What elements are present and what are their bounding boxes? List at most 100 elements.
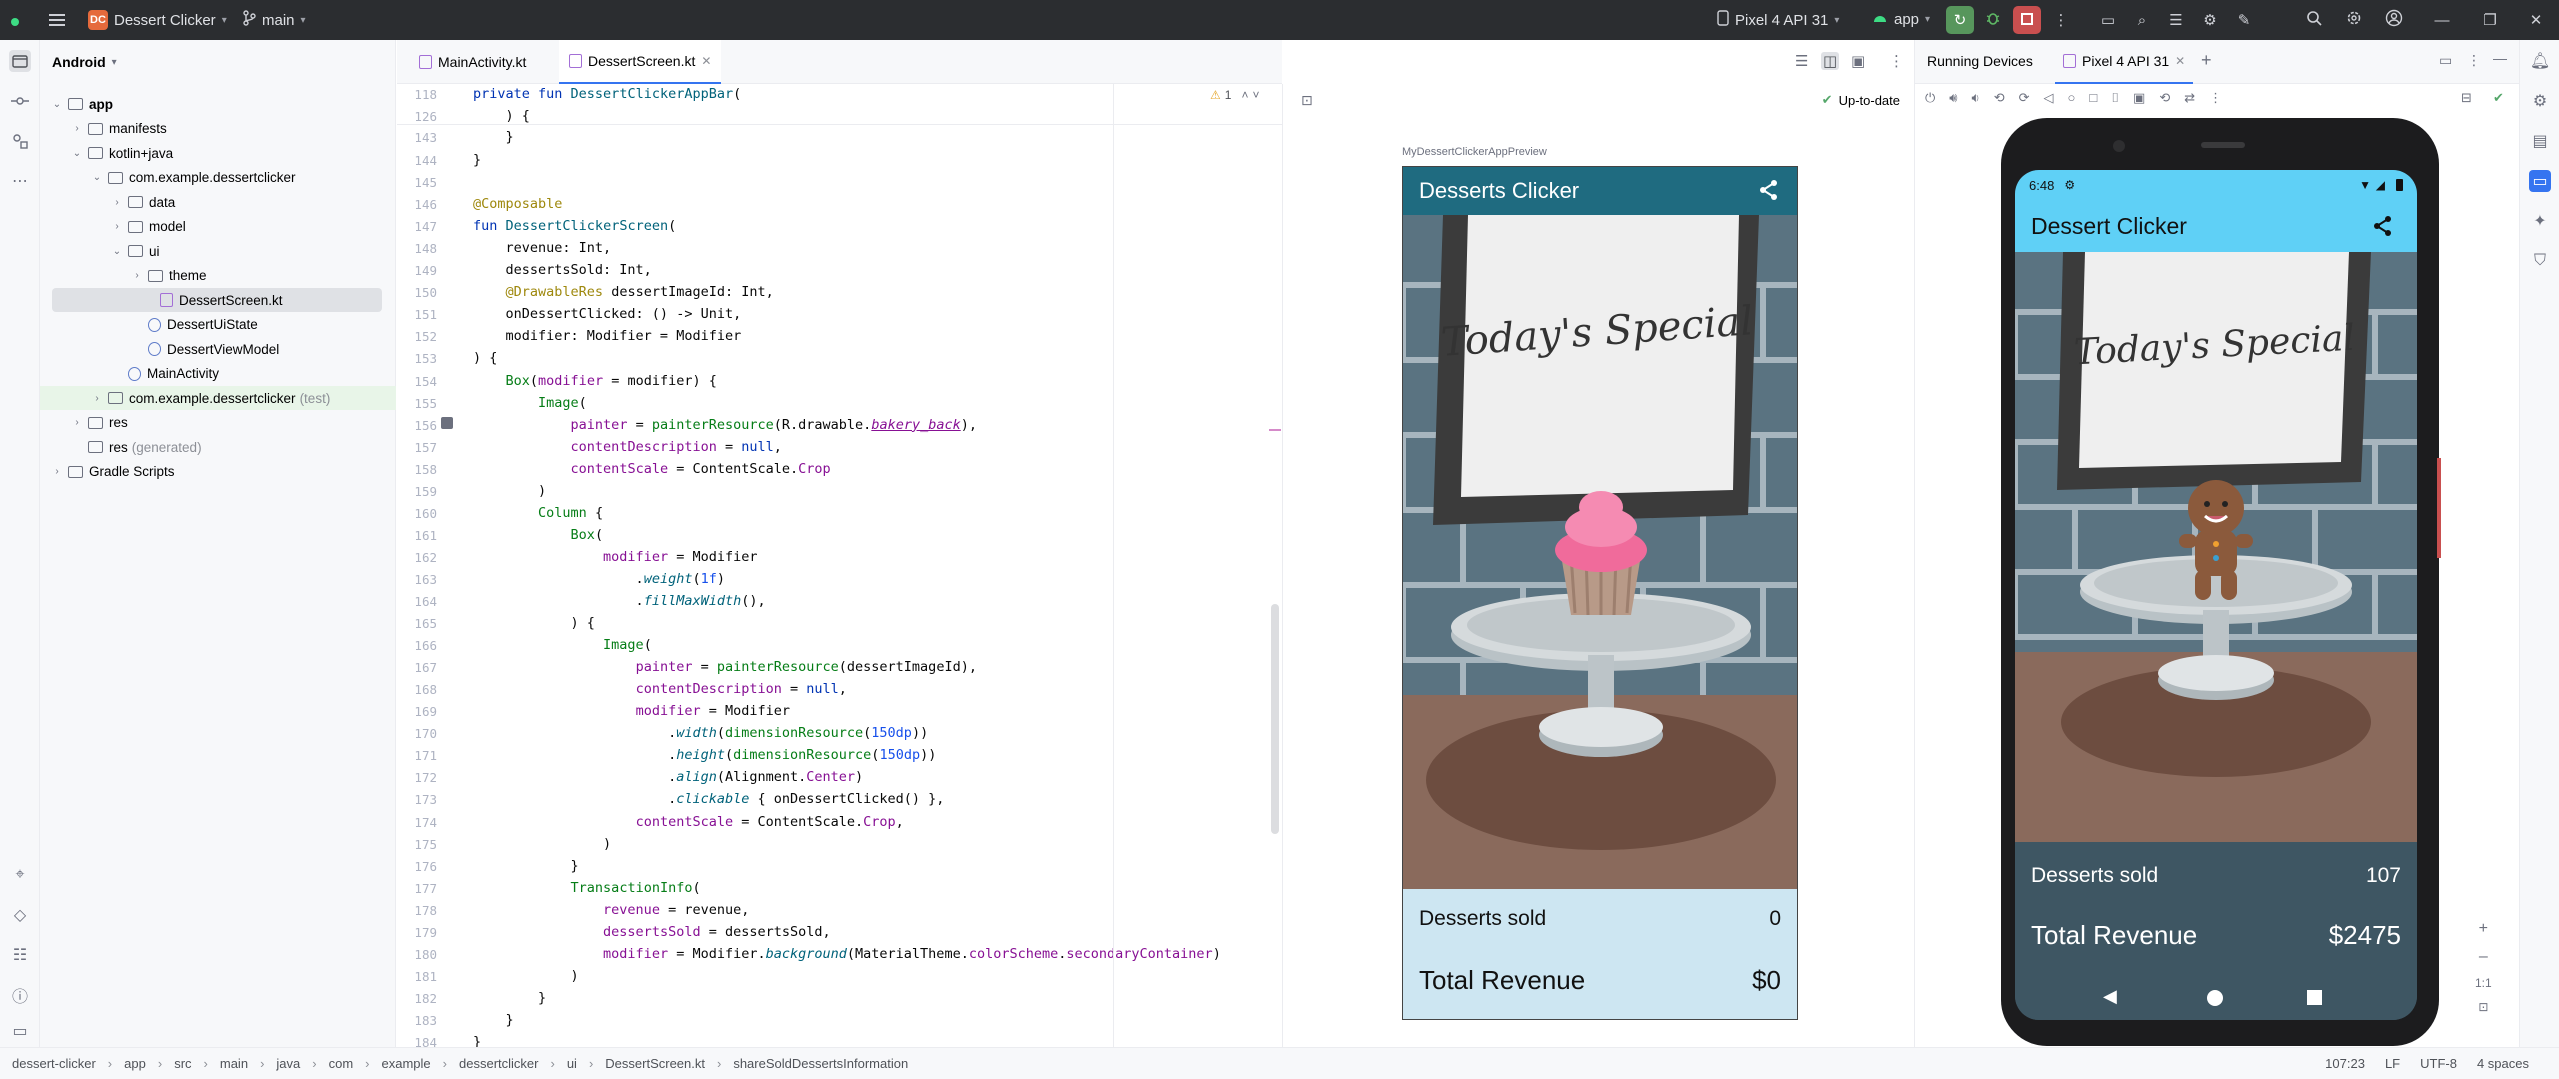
tree-item[interactable]: DessertScreen.kt: [52, 288, 382, 312]
tree-item[interactable]: › manifests: [70, 117, 166, 141]
indent-setting[interactable]: 4 spaces: [2477, 1056, 2529, 1071]
breadcrumb-item[interactable]: ui: [567, 1056, 577, 1071]
chevron-right-icon[interactable]: ›: [130, 270, 144, 281]
device-selector[interactable]: Pixel 4 API 31 ▾: [1717, 10, 1839, 30]
more-actions-button[interactable]: ⋮: [2047, 6, 2075, 34]
chevron-right-icon[interactable]: ›: [50, 466, 64, 477]
logcat-icon[interactable]: ☷: [9, 944, 31, 966]
debug-button[interactable]: [1979, 6, 2007, 34]
more-vertical-icon[interactable]: ⋮: [2209, 90, 2222, 106]
tree-item[interactable]: › res: [70, 411, 127, 435]
chevron-right-icon[interactable]: ›: [110, 221, 124, 232]
share-icon[interactable]: [1759, 179, 1779, 206]
tree-item[interactable]: › Gradle Scripts: [50, 460, 174, 484]
chevron-down-icon[interactable]: ⌄: [110, 246, 124, 257]
terminal-icon[interactable]: ▭: [9, 1020, 31, 1042]
list-view-icon[interactable]: ☰: [1795, 52, 1808, 70]
breadcrumb-item[interactable]: main: [220, 1056, 248, 1071]
rotate-right-icon[interactable]: ⟳: [2019, 90, 2030, 106]
chevron-down-icon[interactable]: ˅: [1252, 88, 1259, 102]
back-icon[interactable]: ◁: [2044, 90, 2054, 106]
settings-button[interactable]: [2340, 6, 2368, 34]
more-vertical-icon[interactable]: ⋮: [2467, 52, 2481, 69]
resource-manager-icon[interactable]: [9, 130, 31, 152]
nav-overview-button[interactable]: [2307, 990, 2322, 1005]
gradle-sync-button[interactable]: ⚙: [2196, 6, 2224, 34]
volume-up-icon[interactable]: 🔊︎: [1949, 90, 1957, 106]
editor-scrollbar[interactable]: [1271, 604, 1279, 834]
split-view-icon[interactable]: ◫: [1821, 52, 1840, 70]
branch-selector[interactable]: main ▾: [242, 10, 306, 30]
project-view-selector[interactable]: Android ▾: [40, 40, 395, 84]
tree-item[interactable]: ⌄ kotlin+java: [70, 141, 173, 165]
share-icon[interactable]: [2373, 215, 2393, 242]
breadcrumb-item[interactable]: java: [276, 1056, 300, 1071]
file-encoding[interactable]: UTF-8: [2420, 1056, 2457, 1071]
overview-icon[interactable]: □: [2089, 90, 2097, 106]
tree-item[interactable]: ⌄ com.example.dessertclicker: [90, 166, 296, 190]
add-device-icon[interactable]: +: [2201, 50, 2212, 71]
tab-dessert-screen[interactable]: DessertScreen.kt ✕: [559, 40, 722, 84]
maximize-window-button[interactable]: ❐: [2476, 6, 2504, 34]
rerun-button[interactable]: ↻: [1946, 6, 1974, 34]
device-file-explorer-icon[interactable]: ▤: [2529, 130, 2551, 152]
breadcrumb-item[interactable]: app: [124, 1056, 146, 1071]
search-button[interactable]: [2300, 6, 2328, 34]
chevron-down-icon[interactable]: ⌄: [70, 148, 84, 159]
tree-item[interactable]: › com.example.dessertclicker (test): [40, 386, 396, 410]
caret-position[interactable]: 107:23: [2325, 1056, 2365, 1071]
warning-indicator[interactable]: ⚠ 1 ˄ ˅: [1210, 88, 1259, 102]
tab-device[interactable]: Pixel 4 API 31 ✕: [2055, 40, 2194, 84]
app-quality-icon[interactable]: ⛉: [2529, 250, 2551, 272]
breadcrumb-item[interactable]: src: [174, 1056, 191, 1071]
nav-home-button[interactable]: [2207, 990, 2223, 1006]
chevron-right-icon[interactable]: ›: [110, 197, 124, 208]
device-manager-button[interactable]: ▭: [2094, 6, 2122, 34]
power-icon[interactable]: ⏻: [1925, 90, 1935, 106]
chevron-down-icon[interactable]: ⌄: [90, 172, 104, 183]
tab-main-activity[interactable]: MainActivity.kt: [409, 40, 536, 84]
tree-item[interactable]: res (generated): [70, 435, 202, 459]
notifications-icon[interactable]: 🔔︎: [2529, 50, 2551, 72]
stop-button[interactable]: [2013, 6, 2041, 34]
gemini-icon[interactable]: ✦: [2529, 210, 2551, 232]
tree-item[interactable]: › model: [110, 215, 185, 239]
zoom-in-button[interactable]: +: [2479, 920, 2488, 938]
zoom-actual-button[interactable]: 1:1: [2475, 976, 2492, 990]
tree-item[interactable]: DessertUiState: [130, 313, 258, 337]
run-config-selector[interactable]: app ▾: [1872, 10, 1930, 28]
gem-icon[interactable]: ◇: [9, 904, 31, 926]
screen-record-icon[interactable]: ▣: [2133, 90, 2145, 106]
project-tool-icon[interactable]: [9, 50, 31, 72]
more-vertical-icon[interactable]: ⋮: [1889, 52, 1904, 70]
tree-item[interactable]: ⌄ ui: [110, 239, 160, 263]
preview-mode-icon[interactable]: ⊡: [1301, 92, 1313, 109]
mirror-icon[interactable]: ⇄: [2184, 90, 2195, 106]
device-screen[interactable]: 6:48 ⚙ ▼ ◢ Dessert Clicker Today's Speci…: [2015, 170, 2417, 1020]
chevron-right-icon[interactable]: ›: [70, 123, 84, 134]
zoom-out-button[interactable]: –: [2479, 948, 2488, 966]
tree-item[interactable]: › theme: [130, 264, 206, 288]
home-icon[interactable]: ○: [2068, 90, 2076, 106]
breadcrumb-item[interactable]: com: [329, 1056, 354, 1071]
project-selector[interactable]: DC Dessert Clicker ▾: [88, 10, 227, 30]
code-editor[interactable]: 118 126 143 144 145 146 147 148 149 150 151 152 153 1…: [397, 84, 1282, 1050]
breadcrumb-item[interactable]: dessertclicker: [459, 1056, 538, 1071]
running-devices-icon[interactable]: ▭: [2529, 170, 2551, 192]
restore-layout-icon[interactable]: ▭: [2439, 52, 2452, 69]
breadcrumb-item[interactable]: DessertScreen.kt: [605, 1056, 705, 1071]
more-tools-icon[interactable]: ⋯: [9, 170, 31, 192]
tree-item[interactable]: › data: [110, 190, 175, 214]
breadcrumb-item[interactable]: dessert-clicker: [12, 1056, 96, 1071]
chevron-right-icon[interactable]: ›: [90, 393, 104, 404]
nav-back-button[interactable]: ◀: [2103, 986, 2117, 1007]
screenshot-icon[interactable]: ⌷: [2111, 90, 2119, 106]
gradle-icon[interactable]: ⚙: [2529, 90, 2551, 112]
breadcrumb-item[interactable]: shareSoldDessertsInformation: [733, 1056, 908, 1071]
minimize-window-button[interactable]: —: [2428, 6, 2456, 34]
line-separator[interactable]: LF: [2385, 1056, 2400, 1071]
tree-item[interactable]: ⌄ app: [50, 92, 113, 116]
breadcrumb-item[interactable]: example: [382, 1056, 431, 1071]
chevron-up-icon[interactable]: ˄: [1241, 88, 1248, 102]
chevron-right-icon[interactable]: ›: [70, 417, 84, 428]
